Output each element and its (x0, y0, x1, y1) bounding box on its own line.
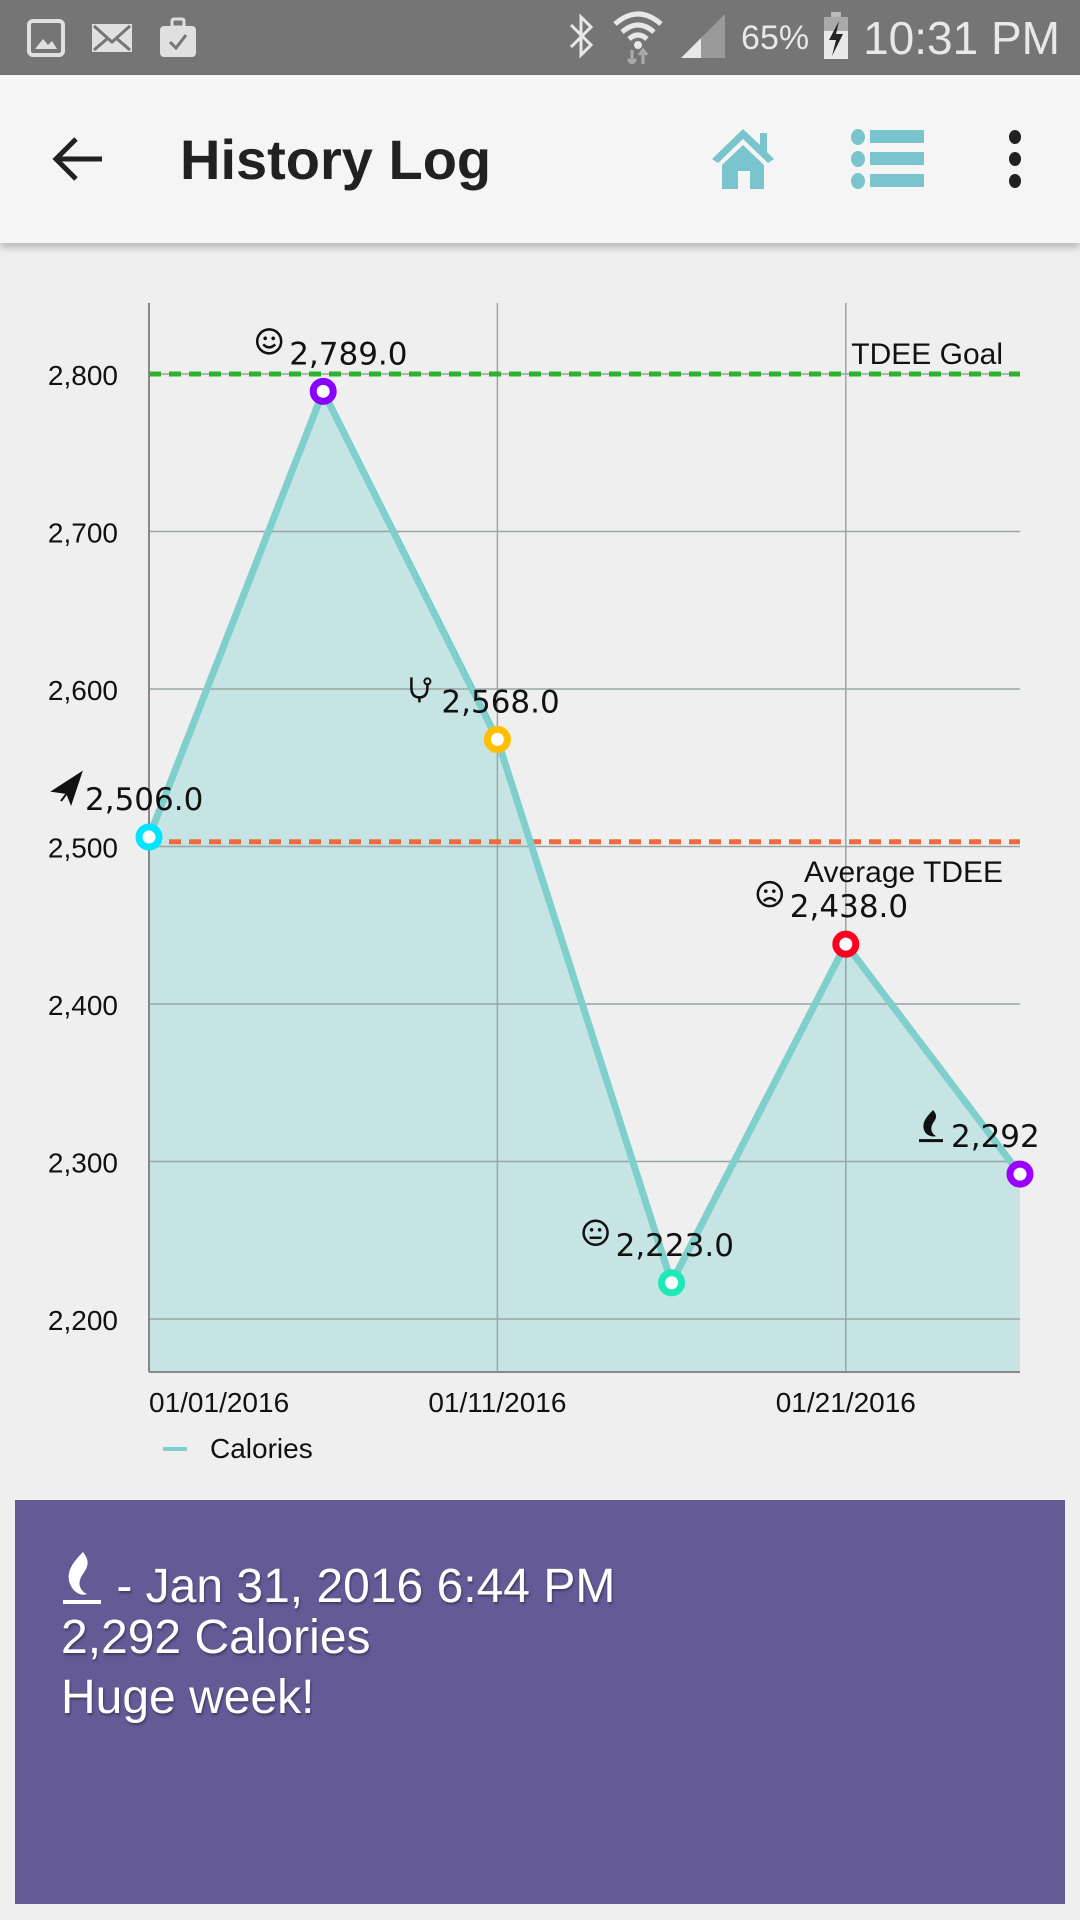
wifi-icon (611, 8, 665, 69)
email-icon (90, 16, 134, 60)
list-icon (850, 129, 926, 195)
sad-face-icon (756, 880, 784, 908)
data-point-label: 2,789.0 (289, 336, 407, 372)
data-point-marker[interactable] (309, 377, 337, 405)
back-button[interactable] (48, 127, 112, 191)
legend-swatch (163, 1447, 187, 1451)
signal-icon (679, 12, 727, 65)
entry-calories: 2,292 Calories (61, 1611, 371, 1664)
entry-detail-card[interactable]: - Jan 31, 2016 6:44 PM 2,292 Calories Hu… (15, 1500, 1065, 1904)
data-point-label: 2,568.0 (441, 684, 559, 720)
briefcase-check-icon (156, 16, 200, 60)
entry-note: Huge week! (61, 1671, 315, 1724)
y-tick-label: 2,600 (48, 675, 118, 706)
data-point-marker[interactable] (135, 823, 163, 851)
battery-percent: 65% (741, 18, 810, 57)
battery-charging-icon (823, 11, 849, 65)
x-tick-label: 01/21/2016 (776, 1387, 916, 1418)
data-point-label: 2,506.0 (85, 782, 203, 818)
data-point-marker[interactable] (1006, 1160, 1034, 1188)
data-point-label: 2,223.0 (616, 1228, 734, 1264)
y-tick-label: 2,500 (48, 833, 118, 864)
x-tick-label: 01/11/2016 (428, 1387, 566, 1418)
average-tdee-label: Average TDEE (804, 856, 1003, 889)
smile-icon (255, 328, 283, 355)
home-button[interactable] (710, 127, 776, 191)
data-point-label: 2,292 (951, 1119, 1040, 1155)
x-tick-label: 01/01/2016 (149, 1387, 289, 1418)
legend-label: Calories (210, 1433, 313, 1464)
data-point-marker[interactable] (832, 930, 860, 958)
y-tick-label: 2,200 (48, 1305, 118, 1336)
paper-plane-icon (50, 770, 83, 806)
clock: 10:31 PM (863, 12, 1060, 64)
home-icon (710, 129, 776, 195)
data-point-marker[interactable] (483, 725, 511, 753)
bluetooth-icon (565, 12, 597, 64)
status-bar: 65% 10:31 PM (0, 0, 1080, 75)
more-vert-icon (1000, 130, 1030, 195)
app-bar: History Log (0, 75, 1080, 243)
entry-date: - Jan 31, 2016 6:44 PM (103, 1560, 616, 1613)
y-tick-label: 2,400 (48, 990, 118, 1021)
page-title: History Log (180, 128, 492, 191)
list-button[interactable] (850, 127, 926, 191)
entry-date-line: - Jan 31, 2016 6:44 PM (61, 1550, 615, 1618)
y-tick-label: 2,800 (48, 360, 118, 391)
more-options-button[interactable] (1000, 127, 1030, 191)
data-point-label: 2,438.0 (790, 889, 908, 925)
arrow-back-icon (48, 137, 112, 195)
calories-history-chart: 2,200 2,300 2,400 2,500 2,600 2,700 2,800 01/01… (48, 303, 1040, 1464)
data-point-marker[interactable] (658, 1269, 686, 1297)
flame-icon (61, 1550, 103, 1618)
gallery-icon (24, 16, 68, 60)
y-tick-label: 2,700 (48, 518, 118, 549)
y-tick-label: 2,300 (48, 1148, 118, 1179)
tdee-goal-label: TDEE Goal (851, 338, 1003, 371)
